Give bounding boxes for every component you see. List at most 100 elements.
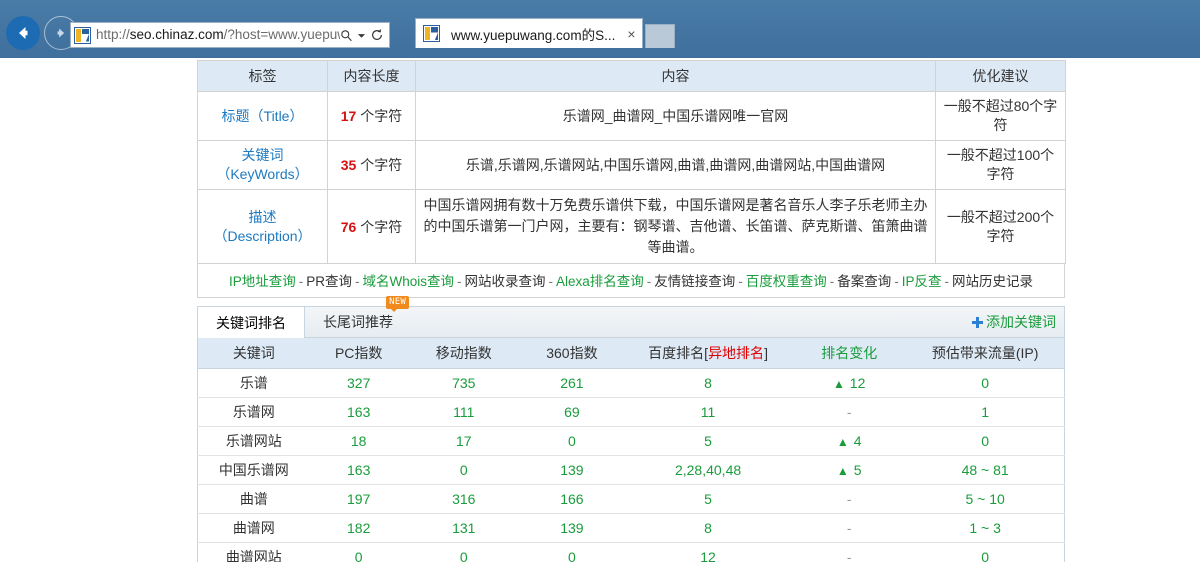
tool-link[interactable]: 百度权重查询 [746, 274, 827, 289]
tool-link[interactable]: 网站历史记录 [952, 274, 1033, 289]
cell-keyword: 曲谱 [198, 484, 310, 513]
back-button[interactable] [6, 16, 40, 50]
cell-baidu-rank: 5 [624, 484, 792, 513]
cell-pc-index: 0 [310, 542, 408, 562]
cell-estimated-traffic: 1 ~ 3 [906, 513, 1064, 542]
cell-keyword: 乐谱 [198, 368, 310, 397]
link-separator: - [894, 274, 899, 289]
description-tag-link-en[interactable]: （Description） [204, 227, 321, 246]
cell-pc-index: 18 [310, 426, 408, 455]
link-separator: - [738, 274, 743, 289]
tool-link[interactable]: 域名Whois查询 [362, 274, 454, 289]
cell-rank-change: - [792, 513, 906, 542]
cell-mobile-index: 0 [408, 455, 520, 484]
address-bar[interactable]: http://seo.chinaz.com/?host=www.yuepuwan [70, 22, 390, 48]
tab-keyword-ranking[interactable]: 关键词排名 [198, 306, 305, 338]
baidu-rank-remote: 异地排名 [708, 345, 764, 361]
cell-estimated-traffic: 0 [906, 426, 1064, 455]
panel-tab-bar: 关键词排名 长尾词推荐 NEW 添加关键词 [197, 306, 1065, 338]
rank-header-360-index: 360指数 [520, 338, 624, 368]
tool-link[interactable]: 备案查询 [837, 274, 891, 289]
chevron-down-icon[interactable] [357, 31, 366, 40]
tool-link[interactable]: PR查询 [306, 274, 352, 289]
link-separator: - [830, 274, 835, 289]
cell-estimated-traffic: 0 [906, 542, 1064, 562]
description-tag-link[interactable]: 描述 [204, 208, 321, 227]
cell-mobile-index: 111 [408, 397, 520, 426]
meta-table-header-row: 标签 内容长度 内容 优化建议 [198, 61, 1066, 92]
content-column: 标签 内容长度 内容 优化建议 标题（Title） 17 个字符 乐谱网_曲谱网… [197, 60, 1065, 562]
cell-baidu-rank: 2,28,40,48 [624, 455, 792, 484]
link-separator: - [647, 274, 652, 289]
rank-header-traffic: 预估带来流量(IP) [906, 338, 1064, 368]
cell-360-index: 139 [520, 513, 624, 542]
cell-rank-change: - [792, 484, 906, 513]
length-unit: 个字符 [360, 108, 402, 124]
cell-baidu-rank: 11 [624, 397, 792, 426]
keywords-tag-link-en[interactable]: （KeyWords） [204, 165, 321, 184]
table-row: 曲谱网1821311398-1 ~ 3 [198, 513, 1065, 542]
cell-baidu-rank: 8 [624, 513, 792, 542]
cell-360-index: 69 [520, 397, 624, 426]
table-row: 描述 （Description） 76 个字符 中国乐谱网拥有数十万免费乐谱供下… [198, 190, 1066, 264]
close-icon[interactable]: × [627, 26, 635, 42]
cell-mobile-index: 316 [408, 484, 520, 513]
cell-estimated-traffic: 1 [906, 397, 1064, 426]
length-count: 35 [341, 157, 357, 173]
keyword-rank-table: 关键词 PC指数 移动指数 360指数 百度排名[异地排名] 排名变化 预估带来… [197, 338, 1065, 562]
meta-info-table: 标签 内容长度 内容 优化建议 标题（Title） 17 个字符 乐谱网_曲谱网… [197, 60, 1066, 264]
table-row: 乐谱3277352618▲ 120 [198, 368, 1065, 397]
rank-change-value: 5 [850, 462, 862, 478]
arrow-up-icon: ▲ [837, 464, 849, 478]
keyword-panel: 关键词排名 长尾词推荐 NEW 添加关键词 关键词 PC指数 移动指 [197, 306, 1065, 562]
browser-tab[interactable]: www.yuepuwang.com的S... × [415, 18, 643, 48]
new-badge: NEW [386, 296, 409, 309]
cell-rank-change: - [792, 397, 906, 426]
tool-link[interactable]: IP地址查询 [229, 274, 296, 289]
search-icon[interactable] [340, 29, 353, 42]
chinaz-favicon [423, 25, 440, 42]
add-keyword-button[interactable]: 添加关键词 [972, 307, 1064, 337]
meta-row-advice: 一般不超过100个字符 [936, 141, 1066, 190]
cell-mobile-index: 17 [408, 426, 520, 455]
meta-row-content: 中国乐谱网拥有数十万免费乐谱供下载，中国乐谱网是著名音乐人李子乐老师主办的中国乐… [416, 190, 936, 264]
rank-change-value: - [847, 404, 852, 420]
cell-360-index: 0 [520, 426, 624, 455]
cell-mobile-index: 0 [408, 542, 520, 562]
tab-longtail-suggestions[interactable]: 长尾词推荐 NEW [305, 307, 411, 337]
baidu-rank-post: ] [764, 345, 768, 361]
tool-link[interactable]: Alexa排名查询 [556, 274, 644, 289]
length-count: 17 [341, 108, 357, 124]
rank-header-pc-index: PC指数 [310, 338, 408, 368]
address-bar-url: http://seo.chinaz.com/?host=www.yuepuwan [96, 24, 340, 46]
table-row: 乐谱网1631116911-1 [198, 397, 1065, 426]
table-row: 中国乐谱网16301392,28,40,48▲ 548 ~ 81 [198, 455, 1065, 484]
tool-link[interactable]: 友情链接查询 [654, 274, 735, 289]
cell-360-index: 261 [520, 368, 624, 397]
tab-longtail-suggestions-label: 长尾词推荐 [323, 312, 393, 332]
meta-row-label: 关键词 （KeyWords） [198, 141, 328, 190]
cell-rank-change: ▲ 12 [792, 368, 906, 397]
cell-pc-index: 197 [310, 484, 408, 513]
cell-rank-change: - [792, 542, 906, 562]
meta-row-content: 乐谱网_曲谱网_中国乐谱网唯一官网 [416, 92, 936, 141]
meta-row-advice: 一般不超过200个字符 [936, 190, 1066, 264]
link-separator: - [299, 274, 304, 289]
meta-header-length: 内容长度 [328, 61, 416, 92]
browser-tab-strip: www.yuepuwang.com的S... × [415, 18, 675, 48]
tool-link[interactable]: IP反查 [902, 274, 942, 289]
cell-baidu-rank: 8 [624, 368, 792, 397]
new-tab-button[interactable] [645, 24, 675, 48]
plus-icon [972, 317, 983, 328]
back-arrow-icon [13, 23, 33, 43]
keywords-tag-link[interactable]: 关键词 [204, 146, 321, 165]
cell-estimated-traffic: 48 ~ 81 [906, 455, 1064, 484]
refresh-icon[interactable] [370, 28, 384, 42]
tool-link[interactable]: 网站收录查询 [465, 274, 546, 289]
title-tag-link[interactable]: 标题（Title） [204, 107, 321, 126]
cell-pc-index: 182 [310, 513, 408, 542]
rank-change-value: - [847, 549, 852, 562]
rank-change-value: 12 [846, 375, 865, 391]
cell-pc-index: 163 [310, 397, 408, 426]
meta-row-label: 标题（Title） [198, 92, 328, 141]
